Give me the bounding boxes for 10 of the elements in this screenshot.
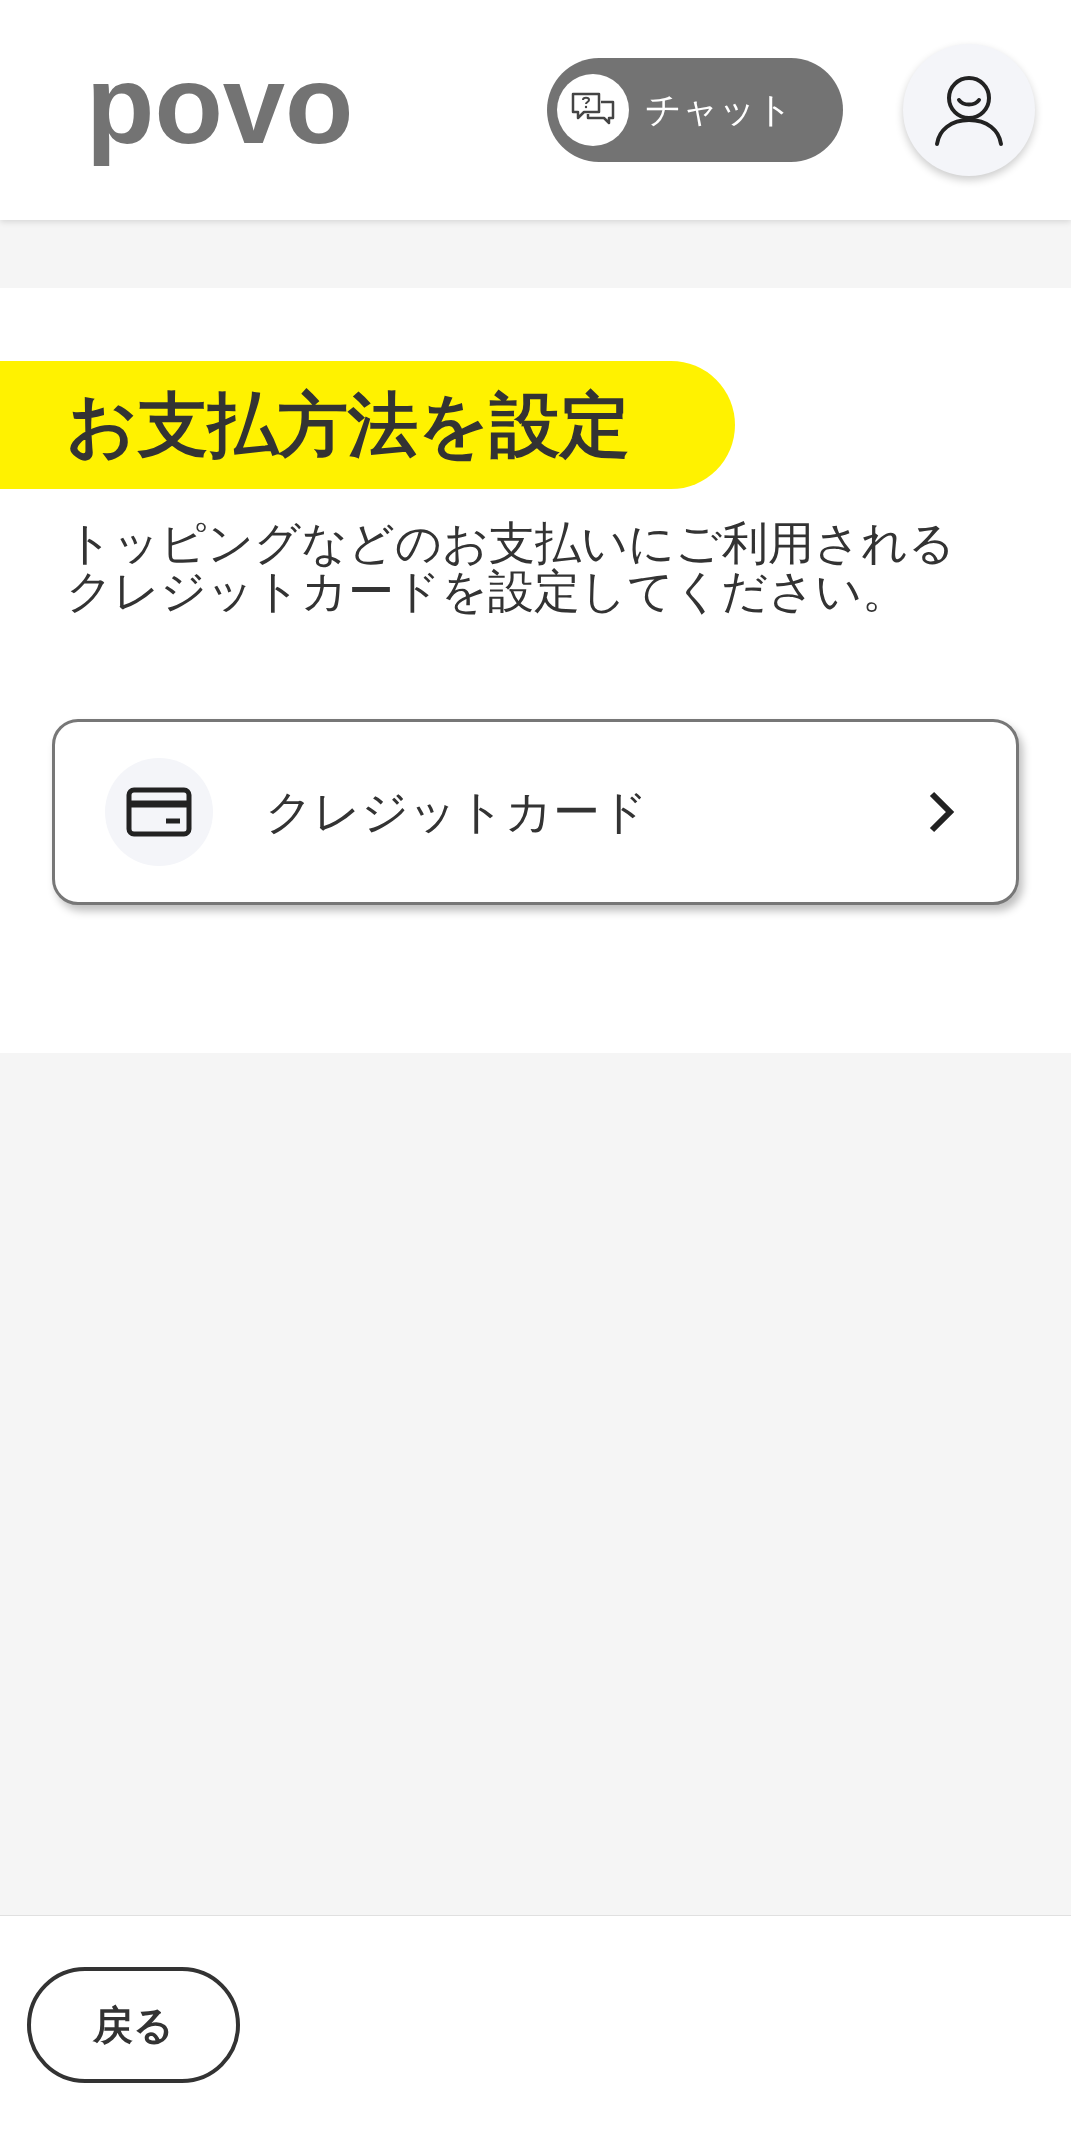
description-text: クレジットカードを設定してください。: [66, 567, 909, 615]
credit-card-option[interactable]: クレジットカード: [52, 719, 1019, 905]
logo: povo: [86, 40, 354, 169]
chevron-right-icon: [928, 790, 956, 834]
chat-button[interactable]: チャット: [547, 58, 843, 162]
account-button[interactable]: [903, 44, 1035, 176]
description-text: トッピングなどのお支払いにご利用される: [66, 519, 956, 567]
section-title: お支払方法を設定: [66, 384, 630, 466]
back-button[interactable]: 戻る: [27, 1966, 240, 2083]
chat-icon: [557, 74, 629, 146]
